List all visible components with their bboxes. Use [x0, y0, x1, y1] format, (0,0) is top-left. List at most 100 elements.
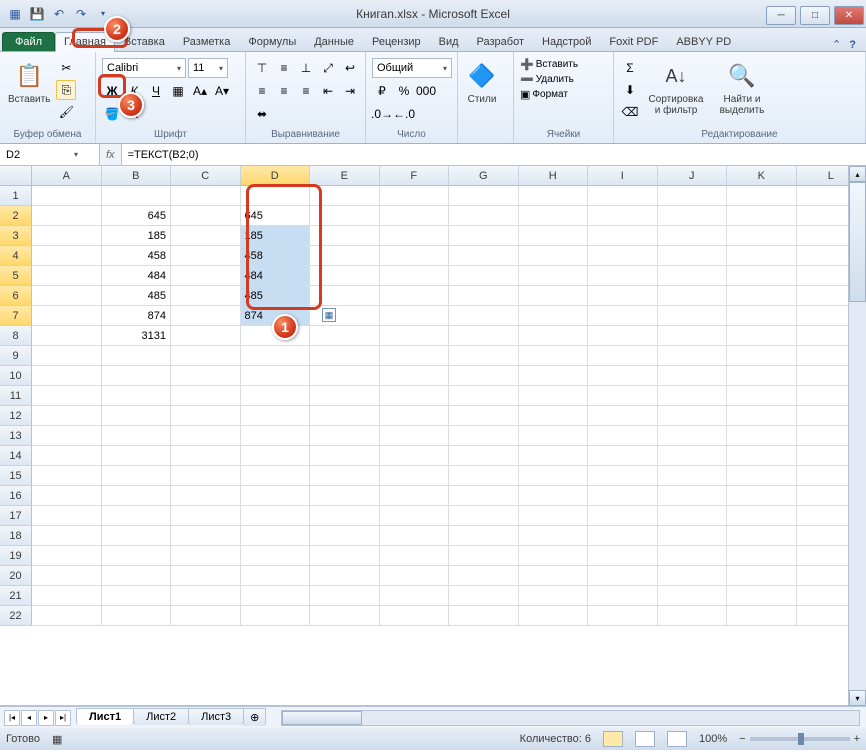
cell[interactable] — [380, 486, 450, 506]
cell[interactable] — [727, 266, 797, 286]
column-header[interactable]: F — [380, 166, 450, 186]
align-center-button[interactable]: ≡ — [274, 81, 294, 101]
tab-разметка[interactable]: Разметка — [174, 32, 240, 51]
close-button[interactable]: ✕ — [834, 6, 864, 25]
cell[interactable]: 458 — [102, 246, 172, 266]
column-header[interactable]: C — [171, 166, 241, 186]
cell[interactable] — [727, 486, 797, 506]
cell[interactable] — [102, 466, 172, 486]
styles-button[interactable]: 🔷 Стили — [464, 58, 500, 107]
cell[interactable] — [32, 426, 102, 446]
cell[interactable] — [449, 566, 519, 586]
vertical-scrollbar[interactable]: ▴ ▾ — [848, 166, 866, 706]
cell[interactable] — [727, 526, 797, 546]
border-button[interactable]: ▦ — [168, 81, 188, 101]
tab-данные[interactable]: Данные — [305, 32, 363, 51]
cell[interactable] — [727, 346, 797, 366]
cell[interactable] — [380, 186, 450, 206]
cell[interactable] — [171, 426, 241, 446]
percent-button[interactable]: % — [394, 81, 414, 101]
cell[interactable] — [241, 506, 311, 526]
cell[interactable] — [310, 386, 380, 406]
cell[interactable] — [102, 346, 172, 366]
cell[interactable]: 485 — [241, 286, 311, 306]
cell[interactable] — [171, 366, 241, 386]
row-header[interactable]: 14 — [0, 446, 32, 466]
cell[interactable] — [588, 426, 658, 446]
cell[interactable] — [171, 586, 241, 606]
cell[interactable] — [241, 186, 311, 206]
cell[interactable] — [171, 526, 241, 546]
column-header[interactable]: E — [310, 166, 380, 186]
align-left-button[interactable]: ≡ — [252, 81, 272, 101]
cell[interactable] — [241, 526, 311, 546]
cell[interactable] — [171, 386, 241, 406]
cell[interactable] — [102, 586, 172, 606]
cell[interactable] — [449, 326, 519, 346]
cell[interactable] — [32, 546, 102, 566]
cell[interactable] — [310, 546, 380, 566]
column-header[interactable]: K — [727, 166, 797, 186]
increase-decimal-button[interactable]: .0→ — [372, 104, 392, 124]
cell[interactable] — [380, 446, 450, 466]
cell[interactable] — [658, 506, 728, 526]
cell[interactable] — [588, 526, 658, 546]
cell[interactable] — [171, 506, 241, 526]
cell[interactable] — [241, 566, 311, 586]
cell[interactable] — [519, 446, 589, 466]
sheet-nav-prev[interactable]: ◂ — [21, 710, 37, 726]
cell[interactable] — [32, 186, 102, 206]
cell[interactable] — [32, 466, 102, 486]
cell[interactable] — [32, 486, 102, 506]
cell[interactable] — [241, 546, 311, 566]
format-cells-button[interactable]: ▣Формат — [520, 88, 568, 101]
cell[interactable] — [519, 586, 589, 606]
cell[interactable] — [658, 326, 728, 346]
redo-icon[interactable]: ↷ — [72, 5, 90, 23]
cell[interactable] — [449, 506, 519, 526]
cell[interactable] — [380, 586, 450, 606]
cell[interactable] — [380, 306, 450, 326]
horizontal-scrollbar[interactable] — [281, 710, 860, 726]
cell[interactable] — [588, 306, 658, 326]
column-header[interactable]: J — [658, 166, 728, 186]
cell[interactable] — [658, 226, 728, 246]
cell[interactable] — [449, 466, 519, 486]
tab-file[interactable]: Файл — [2, 32, 55, 51]
cell[interactable] — [102, 446, 172, 466]
cell[interactable] — [588, 486, 658, 506]
row-header[interactable]: 5 — [0, 266, 32, 286]
cell[interactable] — [588, 386, 658, 406]
cell[interactable] — [32, 266, 102, 286]
cell[interactable] — [241, 466, 311, 486]
cell[interactable] — [32, 326, 102, 346]
cell[interactable] — [171, 566, 241, 586]
cell[interactable] — [310, 586, 380, 606]
sheet-tab[interactable]: Лист3 — [188, 708, 244, 725]
cell[interactable] — [102, 406, 172, 426]
name-box-dropdown-icon[interactable]: ▾ — [70, 150, 82, 159]
cell[interactable] — [449, 266, 519, 286]
cell[interactable] — [102, 426, 172, 446]
cell[interactable] — [519, 286, 589, 306]
cell[interactable] — [519, 526, 589, 546]
column-header[interactable]: H — [519, 166, 589, 186]
cell[interactable] — [588, 446, 658, 466]
cell[interactable] — [32, 226, 102, 246]
cell[interactable] — [171, 226, 241, 246]
cell[interactable] — [588, 606, 658, 626]
cell[interactable] — [32, 246, 102, 266]
cell[interactable] — [519, 346, 589, 366]
cell[interactable] — [449, 346, 519, 366]
row-header[interactable]: 11 — [0, 386, 32, 406]
cell[interactable] — [171, 446, 241, 466]
cell[interactable]: 484 — [102, 266, 172, 286]
cell[interactable] — [310, 326, 380, 346]
cell[interactable] — [727, 326, 797, 346]
cell[interactable] — [449, 526, 519, 546]
name-box-input[interactable] — [0, 149, 70, 161]
new-sheet-button[interactable]: ⊕ — [243, 708, 266, 726]
cell[interactable] — [241, 406, 311, 426]
cell[interactable] — [32, 606, 102, 626]
cell[interactable] — [310, 526, 380, 546]
